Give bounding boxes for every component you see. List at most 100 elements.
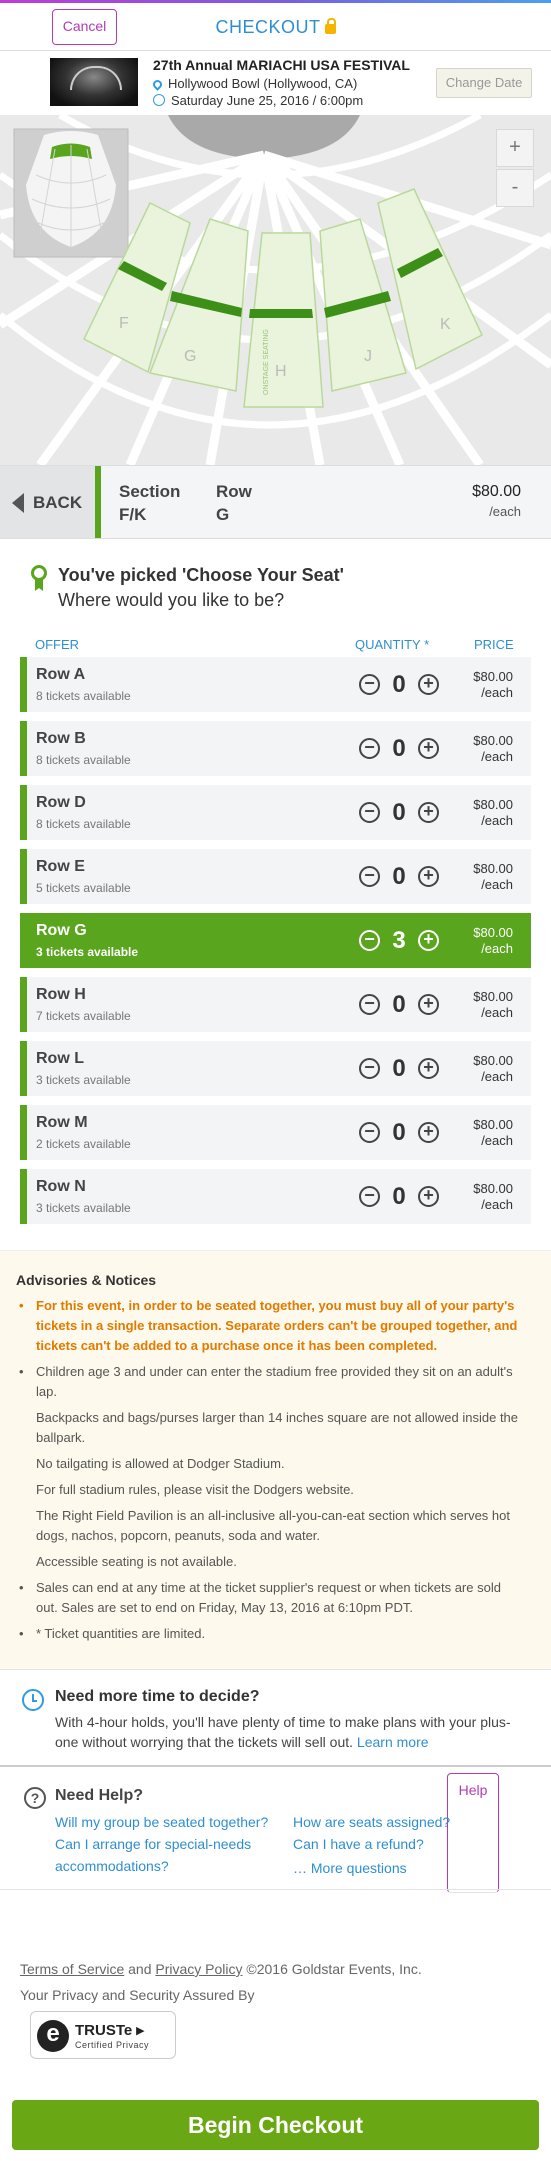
privacy-link[interactable]: Privacy Policy: [155, 1961, 242, 1977]
row-price-value: $80.00: [473, 1117, 513, 1132]
row-price: $80.00/each: [473, 861, 513, 893]
row-price-value: $80.00: [473, 1053, 513, 1068]
quantity-value: 0: [392, 1183, 406, 1210]
row-availability: 5 tickets available: [36, 881, 131, 895]
increase-quantity-button[interactable]: +: [418, 1058, 439, 1079]
help-section: ? Need Help? Will my group be seated tog…: [0, 1770, 551, 1890]
decrease-quantity-button[interactable]: −: [359, 738, 380, 759]
help-heading: Need Help?: [55, 1787, 144, 1804]
clock-icon: [22, 1689, 44, 1711]
row-name: Row E: [36, 858, 85, 875]
increase-quantity-button[interactable]: +: [418, 1122, 439, 1143]
increase-quantity-button[interactable]: +: [418, 994, 439, 1015]
selected-price: $80.00/each: [472, 482, 521, 522]
help-link-refund[interactable]: Can I have a refund?: [293, 1833, 424, 1855]
row-price-value: $80.00: [473, 733, 513, 748]
truste-badge[interactable]: TRUSTe ▸ Certified Privacy: [30, 2011, 176, 2059]
table-row[interactable]: Row B 8 tickets available −0 + $80.00/each: [20, 721, 531, 776]
decrease-quantity-button[interactable]: −: [359, 1122, 380, 1143]
seating-map[interactable]: F G H J K ONSTAGE SEATING + -: [0, 115, 551, 465]
quantity-stepper: −0 +: [359, 735, 439, 762]
table-row[interactable]: Row D 8 tickets available −0 + $80.00/each: [20, 785, 531, 840]
table-row[interactable]: Row G 3 tickets available −3 + $80.00/each: [20, 913, 531, 968]
advisory-rules: For full stadium rules, please visit the…: [36, 1482, 354, 1497]
help-link-more-questions[interactable]: … More questions: [293, 1857, 407, 1879]
table-row[interactable]: Row E 5 tickets available −0 + $80.00/each: [20, 849, 531, 904]
award-ribbon-icon: [30, 565, 48, 593]
selected-price-value: $80.00: [472, 483, 521, 500]
decrease-quantity-button[interactable]: −: [359, 674, 380, 695]
event-date: Saturday June 25, 2016 / 6:00pm: [153, 93, 363, 108]
section-value: F/K: [119, 505, 147, 524]
increase-quantity-button[interactable]: +: [418, 1186, 439, 1207]
event-thumbnail: [50, 58, 138, 106]
row-price-unit: /each: [481, 813, 513, 828]
decrease-quantity-button[interactable]: −: [359, 930, 380, 951]
aisle-label: ONSTAGE SEATING: [263, 329, 270, 395]
truste-sub: Certified Privacy: [75, 2040, 150, 2050]
row-price: $80.00/each: [473, 733, 513, 765]
begin-checkout-button[interactable]: Begin Checkout: [12, 2100, 539, 2150]
row-price-value: $80.00: [473, 861, 513, 876]
increase-quantity-button[interactable]: +: [418, 738, 439, 759]
clock-icon: [153, 94, 165, 106]
event-date-text: Saturday June 25, 2016 / 6:00pm: [171, 93, 364, 108]
more-time-text: With 4-hour holds, you'll have plenty of…: [55, 1712, 525, 1752]
decrease-quantity-button[interactable]: −: [359, 1186, 380, 1207]
quantity-value: 0: [392, 671, 406, 698]
decrease-quantity-button[interactable]: −: [359, 994, 380, 1015]
quantity-stepper: −0 +: [359, 671, 439, 698]
decrease-quantity-button[interactable]: −: [359, 802, 380, 823]
increase-quantity-button[interactable]: +: [418, 802, 439, 823]
back-arrow-icon: [12, 493, 24, 513]
help-link-seated-together[interactable]: Will my group be seated together?: [55, 1811, 268, 1833]
row-price: $80.00/each: [473, 797, 513, 829]
row-label: Row: [216, 482, 252, 501]
advisory-sales: Sales can end at any time at the ticket …: [16, 1578, 526, 1618]
back-label: BACK: [33, 493, 83, 512]
learn-more-link[interactable]: Learn more: [357, 1734, 429, 1750]
col-quantity: QUANTITY *: [355, 637, 430, 652]
offer-table: Row A8 tickets available −0 + $80.00/each Ro…: [20, 657, 531, 1233]
selected-price-unit: /each: [489, 504, 521, 519]
quantity-value: 0: [392, 863, 406, 890]
section-h[interactable]: H: [243, 232, 324, 408]
row-name: Row H: [36, 986, 86, 1003]
col-offer: OFFER: [35, 637, 80, 652]
seating-map-svg: F G H J K ONSTAGE SEATING: [0, 115, 551, 465]
table-row[interactable]: Row A 8 tickets available −0 + $80.00/each: [20, 657, 531, 712]
help-link-special-needs[interactable]: Can I arrange for special-needs accommod…: [55, 1833, 275, 1877]
row-name: Row G: [36, 922, 87, 939]
selection-bar: BACK Section F/K Row G $80.00/each: [0, 465, 551, 539]
row-price: $80.00/each: [473, 1053, 513, 1085]
row-price-unit: /each: [481, 749, 513, 764]
change-date-button[interactable]: Change Date: [436, 68, 532, 98]
increase-quantity-button[interactable]: +: [418, 866, 439, 887]
section-label-g: G: [184, 348, 196, 365]
table-row[interactable]: Row H 7 tickets available −0 + $80.00/each: [20, 977, 531, 1032]
location-pin-icon: [151, 78, 164, 91]
advisory-warning: For this event, in order to be seated to…: [16, 1296, 526, 1356]
privacy-assured: Your Privacy and Security Assured By: [20, 1987, 255, 2003]
footer: Terms of Service and Privacy Policy ©201…: [0, 1890, 551, 2090]
quantity-value: 0: [392, 1055, 406, 1082]
zoom-out-button[interactable]: -: [496, 169, 534, 207]
page-title-text: CHECKOUT: [215, 17, 321, 37]
back-button[interactable]: BACK: [0, 466, 95, 538]
zoom-in-button[interactable]: +: [496, 129, 534, 167]
decrease-quantity-button[interactable]: −: [359, 1058, 380, 1079]
row-name: Row L: [36, 1050, 84, 1067]
decrease-quantity-button[interactable]: −: [359, 866, 380, 887]
row-price: $80.00/each: [473, 925, 513, 957]
advisory-accessible: Accessible seating is not available.: [36, 1554, 237, 1569]
table-row[interactable]: Row M 2 tickets available −0 + $80.00/each: [20, 1105, 531, 1160]
help-link-seat-assignment[interactable]: How are seats assigned?: [293, 1811, 450, 1833]
table-row[interactable]: Row L 3 tickets available −0 + $80.00/each: [20, 1041, 531, 1096]
terms-link[interactable]: Terms of Service: [20, 1961, 124, 1977]
increase-quantity-button[interactable]: +: [418, 930, 439, 951]
row-price-unit: /each: [481, 1069, 513, 1084]
more-time-section: Need more time to decide? With 4-hour ho…: [0, 1669, 551, 1767]
advisory-limited: * Ticket quantities are limited.: [16, 1624, 526, 1644]
table-row[interactable]: Row N 3 tickets available −0 + $80.00/each: [20, 1169, 531, 1224]
increase-quantity-button[interactable]: +: [418, 674, 439, 695]
